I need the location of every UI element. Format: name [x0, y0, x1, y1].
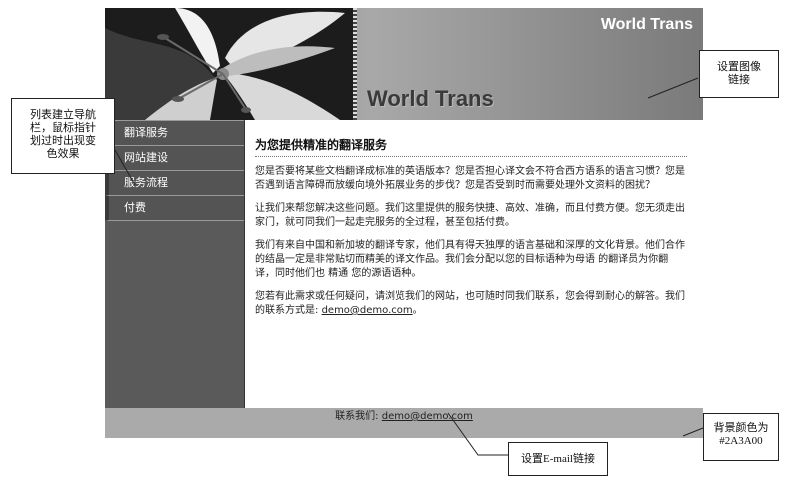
callout-nav-hint-line4: 色效果 [46, 148, 80, 160]
callout-image-link-line2: 链接 [728, 74, 750, 86]
paragraph-experts: 我们有来自中国和新加坡的翻译专家，他们具有得天独厚的语言基础和深厚的文化背景。他… [255, 240, 685, 279]
nav-item-web-design[interactable]: 网站建设 [105, 146, 244, 171]
footer-email-link[interactable]: demo@demo.com [382, 411, 473, 422]
contact-text: 您若有此需求或任何疑问，请浏览我们的网站，也可随时同我们联系，您会得到耐心的解答… [255, 291, 685, 316]
callout-nav-hint-line3: 划过时出现变 [30, 135, 96, 147]
banner-divider [353, 8, 357, 120]
callout-bg-color: 背景颜色为 #2A3A00 [703, 413, 779, 461]
paragraph-solution: 让我们来帮您解决这些问题。我们这里提供的服务快捷、高效、准确，而且付费方便。您无… [255, 203, 685, 228]
paragraph-intro: 您是否要将某些文档翻译成标准的英语版本？您是否担心译文会不符合西方语系的语言习惯… [255, 166, 685, 191]
callout-nav-hint-line2: 栏，鼠标指针 [30, 122, 96, 134]
callout-nav-hint-line1: 列表建立导航 [30, 109, 96, 121]
contact-end: 。 [412, 305, 423, 316]
content-email-link[interactable]: demo@demo.com [322, 305, 413, 316]
banner-brand-logo: World Trans [367, 86, 494, 111]
nav-item-process[interactable]: 服务流程 [105, 171, 244, 196]
footer-contact-label: 联系我们: [335, 411, 382, 422]
callout-nav-hint: 列表建立导航 栏，鼠标指针 划过时出现变 色效果 [11, 98, 115, 174]
callout-email-link-text: 设置E-mail链接 [521, 453, 595, 465]
callout-image-link-line1: 设置图像 [717, 61, 761, 73]
page-title: 为您提供精准的翻译服务 [255, 138, 687, 157]
callout-email-link: 设置E-mail链接 [508, 442, 608, 476]
nav-item-translation[interactable]: 翻译服务 [105, 120, 244, 146]
callout-bg-color-line2: #2A3A00 [719, 435, 763, 447]
footer-bar: 联系我们: demo@demo.com [105, 408, 703, 438]
main-content: 为您提供精准的翻译服务 您是否要将某些文档翻译成标准的英语版本？您是否担心译文会… [255, 138, 687, 327]
paragraph-contact: 您若有此需求或任何疑问，请浏览我们的网站，也可随时同我们联系，您会得到耐心的解答… [255, 290, 687, 318]
header-banner[interactable]: World Trans World Trans [105, 8, 703, 120]
lily-flower-image [105, 8, 353, 120]
banner-title: World Trans [600, 16, 693, 33]
sidebar-nav: 翻译服务 网站建设 服务流程 付费 [105, 120, 245, 408]
callout-bg-color-line1: 背景颜色为 [713, 422, 769, 434]
callout-image-link: 设置图像 链接 [699, 50, 779, 98]
website-mockup: World Trans World Trans 翻译服务 网站建设 服务流程 付… [105, 8, 703, 438]
nav-item-payment[interactable]: 付费 [105, 196, 244, 221]
